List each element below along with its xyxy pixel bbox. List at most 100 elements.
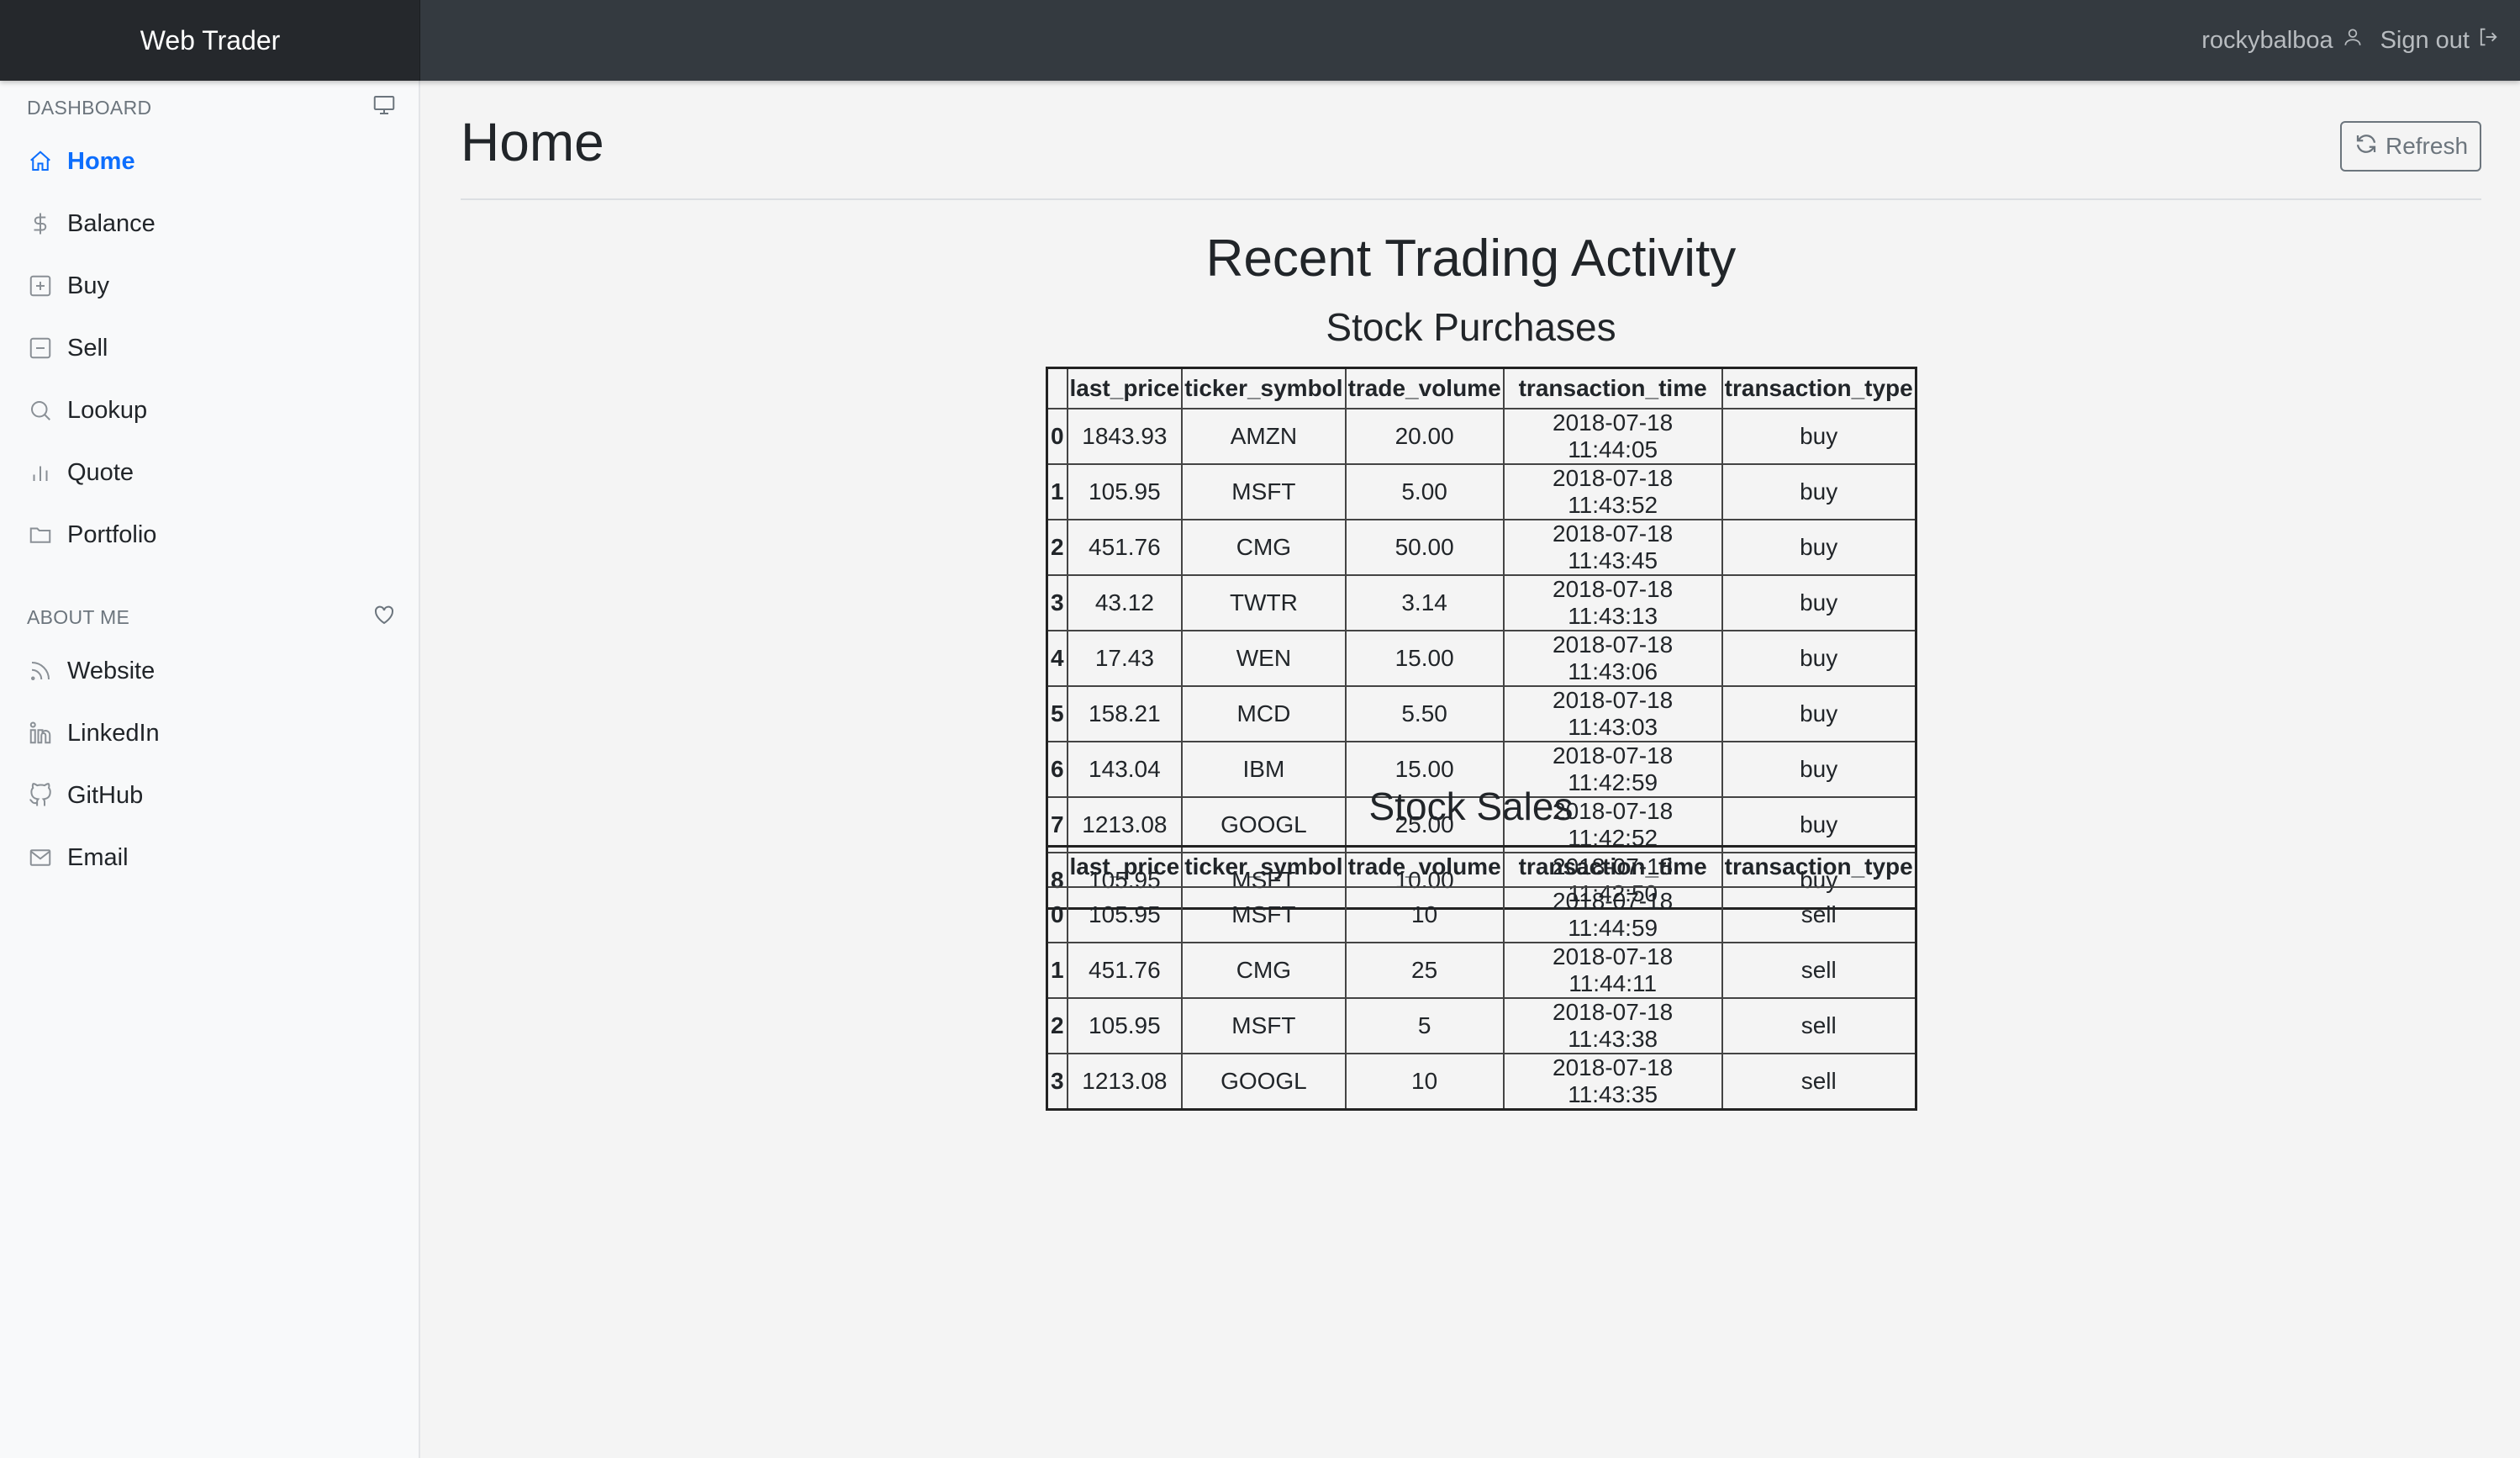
- table-cell: sell: [1721, 941, 1917, 999]
- title-divider: [461, 198, 2481, 200]
- table-cell: buy: [1721, 462, 1917, 520]
- refresh-icon: [2354, 131, 2379, 162]
- row-index: 1: [1046, 941, 1068, 999]
- table-cell: buy: [1721, 407, 1917, 465]
- row-index: 3: [1046, 1052, 1068, 1110]
- signout-label: Sign out: [2380, 26, 2470, 54]
- table-cell: 3.14: [1344, 573, 1505, 631]
- sidebar-item-balance[interactable]: Balance: [27, 202, 397, 246]
- column-header: ticker_symbol: [1181, 845, 1347, 888]
- sidebar-item-sell[interactable]: Sell: [27, 326, 397, 370]
- sidebar-item-buy[interactable]: Buy: [27, 264, 397, 308]
- table-cell: buy: [1721, 629, 1917, 687]
- about-heading-label: ABOUT ME: [27, 605, 130, 628]
- column-header: trade_volume: [1344, 845, 1505, 888]
- table-row: 4 17.43 WEN 15.00 2018-07-18 11:43:06 buy: [1046, 629, 1917, 687]
- sidebar-item-linkedin[interactable]: LinkedIn: [27, 711, 397, 755]
- brand-link[interactable]: Web Trader: [0, 0, 420, 81]
- table-cell: buy: [1721, 573, 1917, 631]
- purchases-title: Stock Purchases: [1326, 305, 1616, 349]
- table-cell: 2018-07-18 11:43:06: [1502, 629, 1723, 687]
- sidebar-item-label: GitHub: [67, 781, 144, 809]
- purchases-table-header: last_price ticker_symbol trade_volume trans…: [1046, 367, 1917, 409]
- table-cell: 2018-07-18 11:44:11: [1502, 941, 1723, 999]
- sidebar-item-portfolio[interactable]: Portfolio: [27, 513, 397, 557]
- monitor-icon[interactable]: [372, 92, 397, 123]
- table-cell: 2018-07-18 11:44:05: [1502, 407, 1723, 465]
- linkedin-icon: [27, 720, 54, 747]
- dashboard-heading-label: DASHBOARD: [27, 96, 152, 119]
- table-cell: 2018-07-18 11:43:38: [1502, 996, 1723, 1054]
- sales-table-body: 0 105.95 MSFT 10 2018-07-18 11:44:59 sell 1 451…: [1046, 885, 1917, 1110]
- username[interactable]: rockybalboa: [2201, 27, 2333, 55]
- column-header: [1046, 367, 1068, 409]
- column-header: last_price: [1066, 845, 1184, 888]
- table-cell: 20.00: [1344, 407, 1505, 465]
- sidebar-item-github[interactable]: GitHub: [27, 774, 397, 817]
- column-header: [1046, 845, 1068, 888]
- refresh-button[interactable]: Refresh: [2340, 121, 2481, 172]
- table-cell: 2018-07-18 11:43:52: [1502, 462, 1723, 520]
- top-navbar: Web Trader rockybalboa Sign out: [0, 0, 2520, 81]
- table-cell: 1213.08: [1066, 1052, 1184, 1110]
- refresh-label: Refresh: [2385, 133, 2469, 159]
- about-heading: ABOUT ME: [27, 600, 397, 634]
- table-row: 3 1213.08 GOOGL 10 2018-07-18 11:43:35 sell: [1046, 1052, 1917, 1110]
- table-cell: MSFT: [1181, 885, 1347, 943]
- log-out-icon: [2476, 25, 2500, 55]
- main-content: Home Refresh Recent Trading Activity Sto…: [420, 81, 2520, 1458]
- heart-icon[interactable]: [372, 602, 397, 632]
- sidebar-item-email[interactable]: Email: [27, 836, 397, 880]
- table-cell: 15.00: [1344, 629, 1505, 687]
- table-cell: 2018-07-18 11:43:03: [1502, 684, 1723, 742]
- sales-table: last_price ticker_symbol trade_volume trans…: [1046, 845, 1917, 1111]
- table-cell: 158.21: [1066, 684, 1184, 742]
- folder-icon: [27, 521, 54, 548]
- table-cell: 10: [1344, 1052, 1505, 1110]
- rss-icon: [27, 658, 54, 684]
- sidebar-item-label: Quote: [67, 458, 134, 486]
- table-cell: 105.95: [1066, 996, 1184, 1054]
- table-cell: 5.00: [1344, 462, 1505, 520]
- sidebar: DASHBOARD Home Balance Buy Sell Lookup Q…: [0, 81, 420, 1458]
- sidebar-item-website[interactable]: Website: [27, 649, 397, 693]
- sidebar-item-home[interactable]: Home: [27, 140, 397, 183]
- table-cell: 50.00: [1344, 518, 1505, 576]
- table-cell: 451.76: [1066, 941, 1184, 999]
- column-header: transaction_type: [1721, 367, 1917, 409]
- table-header-row: last_price ticker_symbol trade_volume trans…: [1046, 367, 1917, 409]
- table-cell: 105.95: [1066, 885, 1184, 943]
- sidebar-item-lookup[interactable]: Lookup: [27, 388, 397, 432]
- row-index: 2: [1046, 518, 1068, 576]
- sidebar-item-label: Balance: [67, 209, 156, 237]
- section-title: Recent Trading Activity: [1205, 230, 1737, 288]
- table-cell: 10: [1344, 885, 1505, 943]
- sidebar-item-quote[interactable]: Quote: [27, 451, 397, 494]
- signout-link[interactable]: Sign out: [2380, 25, 2500, 55]
- dollar-icon: [27, 210, 54, 237]
- table-row: 0 1843.93 AMZN 20.00 2018-07-18 11:44:05 buy: [1046, 407, 1917, 465]
- table-cell: 17.43: [1066, 629, 1184, 687]
- table-cell: 43.12: [1066, 573, 1184, 631]
- minus-square-icon: [27, 335, 54, 362]
- table-cell: 2018-07-18 11:43:45: [1502, 518, 1723, 576]
- purchases-table-body: 0 1843.93 AMZN 20.00 2018-07-18 11:44:05 buy 1…: [1046, 407, 1917, 909]
- table-row: 5 158.21 MCD 5.50 2018-07-18 11:43:03 buy: [1046, 684, 1917, 742]
- sidebar-item-label: Buy: [67, 272, 109, 299]
- sidebar-item-label: Sell: [67, 334, 108, 362]
- sales-table-header: last_price ticker_symbol trade_volume trans…: [1046, 845, 1917, 888]
- search-icon: [27, 397, 54, 424]
- table-cell: sell: [1721, 996, 1917, 1054]
- table-cell: sell: [1721, 1052, 1917, 1110]
- sidebar-item-label: Website: [67, 657, 156, 684]
- table-cell: 2018-07-18 11:43:35: [1502, 1052, 1723, 1110]
- column-header: transaction_type: [1721, 845, 1917, 888]
- column-header: transaction_time: [1502, 845, 1723, 888]
- table-cell: 105.95: [1066, 462, 1184, 520]
- table-row: 3 43.12 TWTR 3.14 2018-07-18 11:43:13 buy: [1046, 573, 1917, 631]
- table-cell: 451.76: [1066, 518, 1184, 576]
- row-index: 1: [1046, 462, 1068, 520]
- sidebar-item-label: LinkedIn: [67, 719, 160, 747]
- table-cell: sell: [1721, 885, 1917, 943]
- page-title: Home: [461, 112, 604, 172]
